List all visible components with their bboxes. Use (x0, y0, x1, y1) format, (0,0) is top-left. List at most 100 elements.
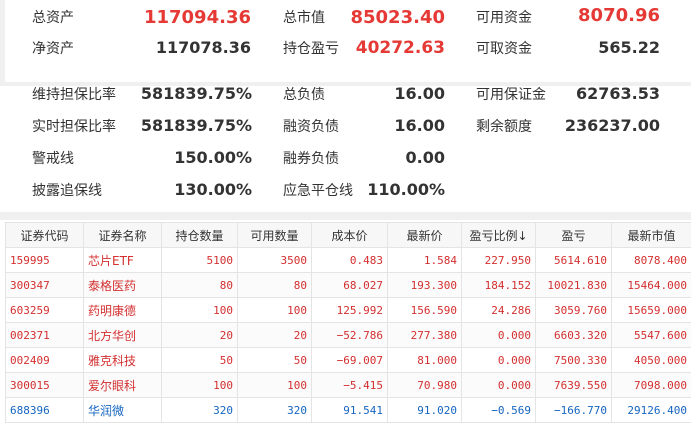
cell-hold: 100 (161, 297, 238, 323)
withdrawable-value: 565.22 (598, 38, 660, 57)
table-row[interactable]: 300347 泰格医药 80 80 68.027 193.300 184.152 10021.… (5, 272, 691, 298)
col-header-pnl-pct[interactable]: 盈亏比例↓ (461, 222, 536, 248)
remaining-quota-value: 236237.00 (564, 116, 660, 135)
col-header-avail[interactable]: 可用数量 (237, 222, 312, 248)
cell-pnl-pct: 184.152 (461, 272, 536, 298)
total-assets-value: 117094.36 (143, 7, 251, 28)
emergency-line-label: 应急平仓线 (283, 183, 353, 199)
cell-price: 70.980 (387, 372, 462, 398)
cell-market-value: 29126.400 (611, 397, 691, 423)
margin-panel: 维持担保比率 581839.75% 总负债 16.00 可用保证金 62763.… (5, 84, 691, 212)
col-header-pnl[interactable]: 盈亏 (535, 222, 612, 248)
table-row[interactable]: 002371 北方华创 20 20 −52.786 277.380 0.000 6603.32… (5, 322, 691, 348)
table-body: 159995 芯片ETF 5100 3500 0.483 1.584 227.950 5614… (5, 247, 691, 423)
cell-market-value: 7098.000 (611, 372, 691, 398)
cell-hold: 100 (161, 372, 238, 398)
section-divider-2 (0, 212, 691, 220)
left-edge (0, 0, 5, 82)
account-page: 总资产 117094.36 总市值 85023.40 可用资金 8070.96 … (0, 0, 691, 432)
cell-pnl-pct: 0.000 (461, 347, 536, 373)
cell-price: 91.020 (387, 397, 462, 423)
cell-cost: −52.786 (311, 322, 388, 348)
net-assets-value: 117078.36 (155, 38, 251, 57)
cell-code: 300015 (5, 372, 84, 398)
cell-avail: 3500 (237, 247, 312, 273)
remaining-quota-label: 剩余额度 (476, 119, 532, 135)
table-row[interactable]: 300015 爱尔眼科 100 100 −5.415 70.980 0.000 7639.55… (5, 372, 691, 398)
cell-hold: 80 (161, 272, 238, 298)
sort-desc-icon: ↓ (517, 228, 528, 243)
position-pnl-label: 持仓盈亏 (283, 41, 339, 57)
cell-pnl: 5614.610 (535, 247, 612, 273)
maintain-ratio-value: 581839.75% (140, 84, 252, 103)
cell-hold: 320 (161, 397, 238, 423)
total-liab-value: 16.00 (394, 84, 445, 103)
col-header-cost[interactable]: 成本价 (311, 222, 388, 248)
realtime-ratio-label: 实时担保比率 (32, 119, 116, 135)
cell-price: 193.300 (387, 272, 462, 298)
cell-pnl-pct: 227.950 (461, 247, 536, 273)
avail-margin-label: 可用保证金 (476, 87, 546, 103)
sec-liab-label: 融券负债 (283, 151, 339, 167)
total-assets-label: 总资产 (32, 10, 74, 26)
cell-cost: −69.007 (311, 347, 388, 373)
net-assets-label: 净资产 (32, 41, 74, 57)
cell-pnl-pct: −0.569 (461, 397, 536, 423)
cell-pnl-pct: 0.000 (461, 372, 536, 398)
emergency-line-value: 110.00% (367, 180, 445, 199)
cell-avail: 80 (237, 272, 312, 298)
col-header-name[interactable]: 证券名称 (83, 222, 162, 248)
positions-table: 证券代码 证券名称 持仓数量 可用数量 成本价 最新价 盈亏比例↓ 盈亏 最新市… (5, 222, 691, 423)
table-row[interactable]: 688396 华润微 320 320 91.541 91.020 −0.569 −166.77… (5, 397, 691, 423)
fin-liab-label: 融资负债 (283, 119, 339, 135)
table-row[interactable]: 603259 药明康德 100 100 125.992 156.590 24.286 3059… (5, 297, 691, 323)
warning-line-label: 警戒线 (32, 151, 74, 167)
disclosure-line-value: 130.00% (174, 180, 252, 199)
table-header-row: 证券代码 证券名称 持仓数量 可用数量 成本价 最新价 盈亏比例↓ 盈亏 最新市… (5, 222, 691, 248)
warning-line-value: 150.00% (174, 148, 252, 167)
cell-market-value: 8078.400 (611, 247, 691, 273)
cell-pnl: 7639.550 (535, 372, 612, 398)
table-row[interactable]: 159995 芯片ETF 5100 3500 0.483 1.584 227.950 5614… (5, 247, 691, 273)
fin-liab-value: 16.00 (394, 116, 445, 135)
cell-cost: 125.992 (311, 297, 388, 323)
col-header-price[interactable]: 最新价 (387, 222, 462, 248)
cell-name: 北方华创 (83, 322, 162, 348)
maintain-ratio-label: 维持担保比率 (32, 87, 116, 103)
col-header-code[interactable]: 证券代码 (5, 222, 84, 248)
table-row[interactable]: 002409 雅克科技 50 50 −69.007 81.000 0.000 7500.330… (5, 347, 691, 373)
col-header-hold[interactable]: 持仓数量 (161, 222, 238, 248)
cell-name: 泰格医药 (83, 272, 162, 298)
cell-name: 芯片ETF (83, 247, 162, 273)
col-header-mv[interactable]: 最新市值 (611, 222, 691, 248)
positions-table-wrap: 证券代码 证券名称 持仓数量 可用数量 成本价 最新价 盈亏比例↓ 盈亏 最新市… (5, 222, 691, 432)
cell-code: 688396 (5, 397, 84, 423)
cell-avail: 320 (237, 397, 312, 423)
cell-cost: 91.541 (311, 397, 388, 423)
cell-name: 华润微 (83, 397, 162, 423)
cell-pnl: 3059.760 (535, 297, 612, 323)
market-value-label: 总市值 (283, 10, 325, 26)
available-funds-label: 可用资金 (476, 10, 532, 26)
cell-pnl: 6603.320 (535, 322, 612, 348)
cell-pnl: 10021.830 (535, 272, 612, 298)
cell-avail: 100 (237, 372, 312, 398)
cell-market-value: 15464.000 (611, 272, 691, 298)
cell-market-value: 15659.000 (611, 297, 691, 323)
cell-pnl-pct: 0.000 (461, 322, 536, 348)
cell-avail: 50 (237, 347, 312, 373)
total-liab-label: 总负债 (283, 87, 325, 103)
realtime-ratio-value: 581839.75% (140, 116, 252, 135)
avail-margin-value: 62763.53 (575, 84, 660, 103)
withdrawable-label: 可取资金 (476, 41, 532, 57)
sec-liab-value: 0.00 (405, 148, 445, 167)
cell-cost: −5.415 (311, 372, 388, 398)
cell-code: 300347 (5, 272, 84, 298)
cell-avail: 20 (237, 322, 312, 348)
market-value-value: 85023.40 (350, 7, 445, 28)
account-summary: 总资产 117094.36 总市值 85023.40 可用资金 8070.96 … (0, 0, 691, 82)
cell-name: 药明康德 (83, 297, 162, 323)
cell-code: 002371 (5, 322, 84, 348)
disclosure-line-label: 披露追保线 (32, 183, 102, 199)
cell-name: 爱尔眼科 (83, 372, 162, 398)
